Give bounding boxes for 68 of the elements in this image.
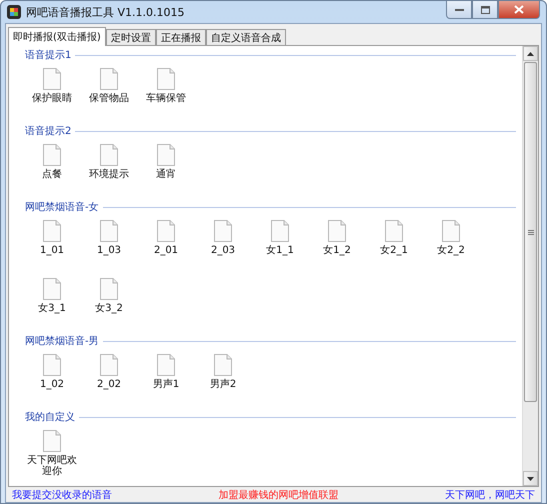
down-arrow-icon	[527, 476, 534, 480]
group-title: 网吧禁烟语音-男	[25, 334, 99, 348]
scroll-thumb[interactable]	[524, 62, 537, 402]
tab[interactable]: 定时设置	[106, 29, 156, 46]
sound-item[interactable]: 男声1	[139, 354, 193, 406]
file-icon	[100, 144, 118, 166]
scroll-up-button[interactable]	[523, 46, 538, 61]
group-title: 语音提示2	[25, 124, 72, 138]
sound-item[interactable]: 女1_1	[253, 220, 307, 272]
group-title: 我的自定义	[25, 410, 75, 424]
sound-item[interactable]: 环境提示	[82, 144, 136, 196]
sound-item[interactable]: 女3_1	[25, 278, 79, 330]
grip-icon	[528, 230, 534, 234]
sound-item[interactable]: 通宵	[139, 144, 193, 196]
file-icon	[43, 144, 61, 166]
sound-item[interactable]: 1_01	[25, 220, 79, 272]
group-title: 语音提示1	[25, 48, 72, 62]
minimize-button[interactable]	[446, 1, 472, 19]
file-icon	[43, 278, 61, 300]
sound-item[interactable]: 1_02	[25, 354, 79, 406]
sound-item[interactable]: 女1_2	[310, 220, 364, 272]
file-icon	[100, 278, 118, 300]
sound-item[interactable]: 男声2	[196, 354, 250, 406]
file-icon	[157, 68, 175, 90]
status-link[interactable]: 天下网吧，网吧天下	[445, 488, 535, 502]
file-icon	[43, 220, 61, 242]
maximize-icon	[480, 6, 490, 14]
tab[interactable]: 正在播报	[156, 29, 206, 46]
file-icon	[271, 220, 289, 242]
minimize-icon	[454, 8, 464, 12]
sound-item[interactable]: 2_01	[139, 220, 193, 272]
scroll-down-button[interactable]	[523, 471, 538, 486]
file-icon	[100, 68, 118, 90]
file-icon	[214, 220, 232, 242]
file-icon	[43, 354, 61, 376]
group-title: 网吧禁烟语音-女	[25, 200, 99, 214]
close-icon	[514, 5, 524, 14]
window-title: 网吧语音播报工具 V1.1.0.1015	[26, 4, 185, 20]
sound-item[interactable]: 2_03	[196, 220, 250, 272]
file-icon	[43, 430, 61, 452]
file-icon	[100, 354, 118, 376]
sound-item[interactable]: 女2_1	[367, 220, 421, 272]
up-arrow-icon	[527, 52, 534, 56]
close-button[interactable]	[498, 1, 540, 19]
tab[interactable]: 即时播报(双击播报)	[8, 27, 106, 46]
file-icon	[157, 354, 175, 376]
file-icon	[385, 220, 403, 242]
sound-item[interactable]: 天下网吧欢迎你	[25, 430, 79, 482]
file-icon	[157, 144, 175, 166]
sound-item[interactable]: 2_02	[82, 354, 136, 406]
tab[interactable]: 自定义语音合成	[206, 29, 286, 46]
status-link[interactable]: 我要提交没收录的语音	[12, 488, 112, 502]
scrollbar[interactable]	[522, 46, 538, 486]
file-icon	[442, 220, 460, 242]
app-icon	[7, 5, 21, 19]
sound-item[interactable]: 车辆保管	[139, 68, 193, 120]
file-icon	[214, 354, 232, 376]
sound-item[interactable]: 1_03	[82, 220, 136, 272]
sound-item[interactable]: 点餐	[25, 144, 79, 196]
file-icon	[100, 220, 118, 242]
sound-item[interactable]: 女2_2	[424, 220, 478, 272]
sound-item[interactable]: 保管物品	[82, 68, 136, 120]
file-icon	[328, 220, 346, 242]
file-icon	[43, 68, 61, 90]
sound-item[interactable]: 女3_2	[82, 278, 136, 330]
file-icon	[157, 220, 175, 242]
sound-item[interactable]: 保护眼睛	[25, 68, 79, 120]
maximize-button[interactable]	[472, 1, 498, 19]
